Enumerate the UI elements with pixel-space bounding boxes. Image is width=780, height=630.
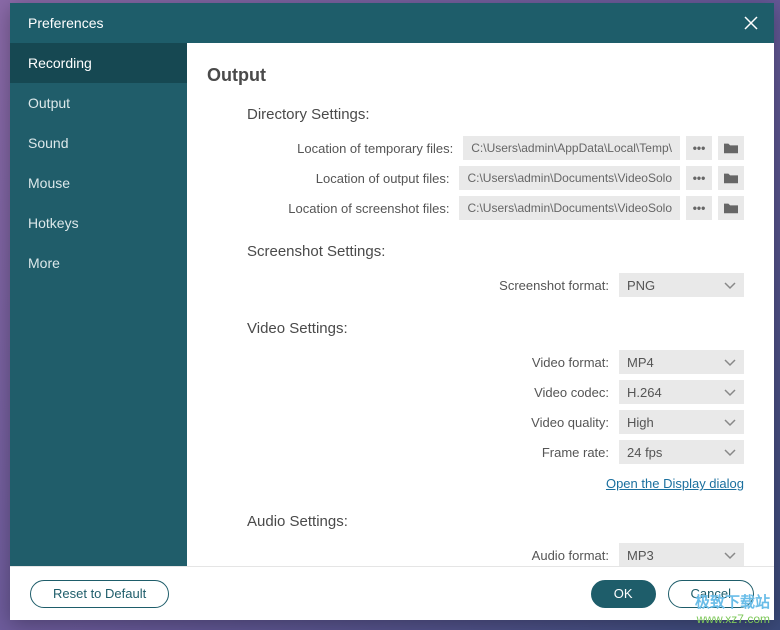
folder-icon[interactable] [718,136,744,160]
chevron-down-icon [724,415,736,430]
label-temp-files: Location of temporary files: [187,141,463,156]
row-audio-format: Audio format: MP3 [187,540,774,566]
ok-button[interactable]: OK [591,580,656,608]
select-value: MP4 [627,355,654,370]
sidebar-item-label: More [28,255,60,271]
label-audio-format: Audio format: [187,548,619,563]
row-video-format: Video format: MP4 [187,347,774,377]
sidebar-item-mouse[interactable]: Mouse [10,163,187,203]
row-video-codec: Video codec: H.264 [187,377,774,407]
label-screenshot-files: Location of screenshot files: [187,201,459,216]
footer: Reset to Default OK Cancel [10,566,774,620]
row-output-files: Location of output files: C:\Users\admin… [187,163,774,193]
select-value: 24 fps [627,445,662,460]
chevron-down-icon [724,355,736,370]
label-video-codec: Video codec: [187,385,619,400]
titlebar: Preferences [10,3,774,43]
sidebar-item-label: Hotkeys [28,215,79,231]
select-value: PNG [627,278,655,293]
button-label: Reset to Default [53,586,146,601]
path-output-files[interactable]: C:\Users\admin\Documents\VideoSolo [459,166,680,190]
select-video-quality[interactable]: High [619,410,744,434]
chevron-down-icon [724,385,736,400]
more-icon[interactable]: ••• [686,136,712,160]
select-video-codec[interactable]: H.264 [619,380,744,404]
sidebar-item-recording[interactable]: Recording [10,43,187,83]
sidebar-item-label: Mouse [28,175,70,191]
button-label: OK [614,586,633,601]
link-row: Open the Display dialog [187,467,774,493]
row-frame-rate: Frame rate: 24 fps [187,437,774,467]
reset-to-default-button[interactable]: Reset to Default [30,580,169,608]
group-title-audio: Audio Settings: [187,513,774,530]
sidebar-item-hotkeys[interactable]: Hotkeys [10,203,187,243]
select-value: High [627,415,654,430]
path-screenshot-files[interactable]: C:\Users\admin\Documents\VideoSolo [459,196,680,220]
window-body: Recording Output Sound Mouse Hotkeys Mor… [10,43,774,566]
open-display-dialog-link[interactable]: Open the Display dialog [606,476,744,491]
more-icon[interactable]: ••• [686,196,712,220]
sidebar-item-more[interactable]: More [10,243,187,283]
close-icon[interactable] [742,14,760,32]
cancel-button[interactable]: Cancel [668,580,754,608]
path-temp-files[interactable]: C:\Users\admin\AppData\Local\Temp\ [463,136,680,160]
select-screenshot-format[interactable]: PNG [619,273,744,297]
label-output-files: Location of output files: [187,171,459,186]
select-value: MP3 [627,548,654,563]
sidebar: Recording Output Sound Mouse Hotkeys Mor… [10,43,187,566]
sidebar-item-output[interactable]: Output [10,83,187,123]
more-icon[interactable]: ••• [686,166,712,190]
group-title-directory: Directory Settings: [187,106,774,123]
folder-icon[interactable] [718,166,744,190]
sidebar-item-label: Recording [28,55,92,71]
label-frame-rate: Frame rate: [187,445,619,460]
chevron-down-icon [724,278,736,293]
chevron-down-icon [724,548,736,563]
row-video-quality: Video quality: High [187,407,774,437]
group-title-video: Video Settings: [187,320,774,337]
page-title: Output [187,65,774,86]
folder-icon[interactable] [718,196,744,220]
sidebar-item-label: Sound [28,135,68,151]
preferences-window: Preferences Recording Output Sound Mouse… [10,3,774,620]
row-temp-files: Location of temporary files: C:\Users\ad… [187,133,774,163]
button-label: Cancel [691,586,731,601]
chevron-down-icon [724,445,736,460]
select-audio-format[interactable]: MP3 [619,543,744,566]
row-screenshot-files: Location of screenshot files: C:\Users\a… [187,193,774,223]
select-frame-rate[interactable]: 24 fps [619,440,744,464]
content-panel: Output Directory Settings: Location of t… [187,43,774,566]
group-title-screenshot: Screenshot Settings: [187,243,774,260]
label-screenshot-format: Screenshot format: [187,278,619,293]
row-screenshot-format: Screenshot format: PNG [187,270,774,300]
label-video-quality: Video quality: [187,415,619,430]
sidebar-item-label: Output [28,95,70,111]
label-video-format: Video format: [187,355,619,370]
window-title: Preferences [28,15,103,31]
sidebar-item-sound[interactable]: Sound [10,123,187,163]
select-value: H.264 [627,385,662,400]
select-video-format[interactable]: MP4 [619,350,744,374]
